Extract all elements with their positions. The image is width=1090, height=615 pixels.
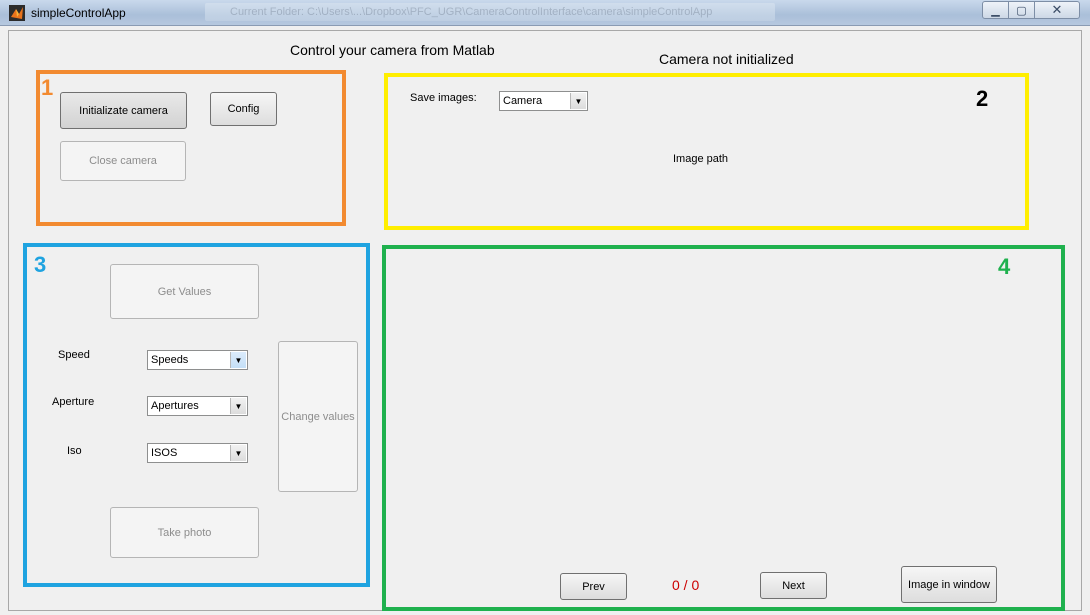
region-2-number: 2: [976, 86, 989, 111]
title-bar[interactable]: simpleControlApp Current Folder: C:\User…: [0, 0, 1090, 26]
speed-select[interactable]: Speeds ▼: [147, 350, 248, 370]
image-in-window-button[interactable]: Image in window: [901, 566, 997, 603]
change-values-button[interactable]: Change values: [278, 341, 358, 492]
aperture-select[interactable]: Apertures ▼: [147, 396, 248, 416]
aperture-label: Aperture: [52, 396, 95, 408]
window-title: simpleControlApp: [31, 6, 126, 20]
image-path-label: Image path: [673, 153, 729, 165]
image-counter: 0 / 0: [672, 577, 700, 593]
region-4-number: 4: [998, 254, 1011, 279]
close-window-button[interactable]: ✕: [1034, 1, 1080, 19]
iso-select-value: ISOS: [151, 447, 178, 459]
window-title-path: Current Folder: C:\Users\...\Dropbox\PFC…: [230, 6, 713, 18]
speed-label: Speed: [58, 349, 90, 361]
minimize-button[interactable]: ▁: [982, 1, 1009, 19]
initialize-camera-button[interactable]: Initializate camera: [60, 92, 187, 129]
maximize-icon: ▢: [1016, 4, 1027, 17]
page-title: Control your camera from Matlab: [290, 42, 495, 58]
iso-label: Iso: [67, 445, 82, 457]
chevron-down-icon[interactable]: ▼: [230, 352, 246, 368]
aperture-select-value: Apertures: [151, 400, 199, 412]
config-button[interactable]: Config: [210, 92, 277, 126]
region-1-number: 1: [41, 75, 54, 100]
close-camera-button[interactable]: Close camera: [60, 141, 186, 181]
maximize-button[interactable]: ▢: [1008, 1, 1035, 19]
save-images-select[interactable]: Camera ▼: [499, 91, 588, 111]
minimize-icon: ▁: [991, 4, 1000, 17]
get-values-button[interactable]: Get Values: [110, 264, 259, 319]
iso-select[interactable]: ISOS ▼: [147, 443, 248, 463]
save-images-select-value: Camera: [503, 95, 543, 107]
chevron-down-icon[interactable]: ▼: [230, 445, 246, 461]
speed-select-value: Speeds: [151, 354, 189, 366]
chevron-down-icon[interactable]: ▼: [230, 398, 246, 414]
prev-button[interactable]: Prev: [560, 573, 627, 600]
region-4-image-viewer: [382, 245, 1065, 611]
chevron-down-icon[interactable]: ▼: [570, 93, 586, 109]
close-icon: ✕: [1051, 2, 1063, 17]
save-images-label: Save images:: [410, 92, 477, 104]
matlab-icon: [9, 5, 25, 21]
take-photo-button[interactable]: Take photo: [110, 507, 259, 558]
camera-status: Camera not initialized: [659, 51, 794, 67]
region-2-save-panel: [384, 73, 1029, 230]
next-button[interactable]: Next: [760, 572, 827, 599]
region-3-number: 3: [34, 252, 47, 277]
